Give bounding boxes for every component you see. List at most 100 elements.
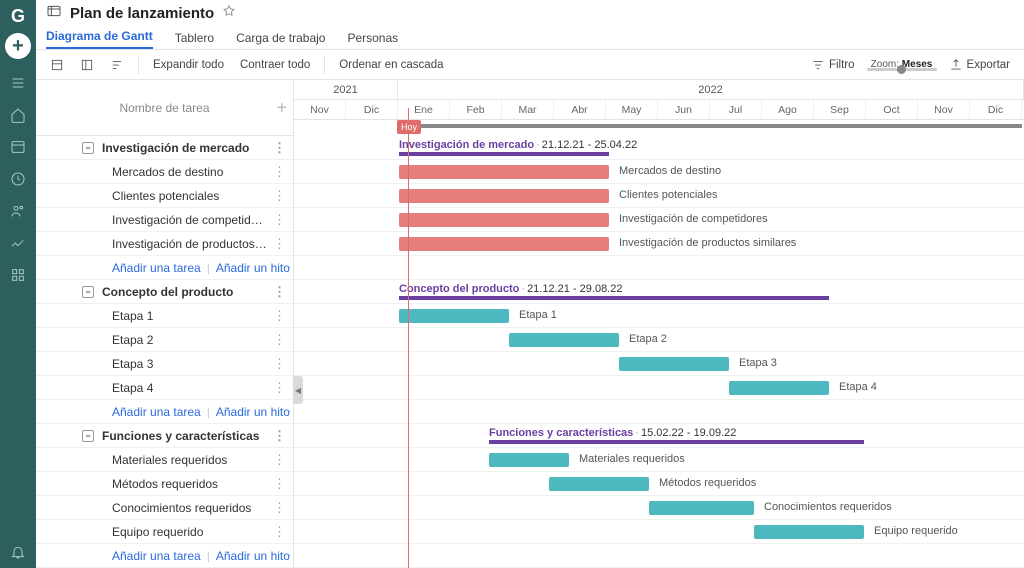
task-bar[interactable]	[399, 189, 609, 203]
task-bar[interactable]	[399, 165, 609, 179]
add-milestone-link[interactable]: Añadir un hito	[216, 405, 290, 419]
task-group-row[interactable]: −Investigación de mercado⋮	[36, 136, 293, 160]
row-menu-icon[interactable]: ⋮	[273, 188, 285, 204]
task-bar[interactable]	[754, 525, 864, 539]
task-bar[interactable]	[489, 453, 569, 467]
tab-board[interactable]: Tablero	[175, 31, 214, 49]
toolbar-view2-icon[interactable]	[76, 55, 98, 75]
task-row[interactable]: Clientes potenciales⋮	[36, 184, 293, 208]
group-bar[interactable]	[399, 296, 829, 300]
favorite-star-icon[interactable]	[222, 4, 236, 23]
toolbar-view1-icon[interactable]	[46, 55, 68, 75]
collapse-icon[interactable]: −	[82, 286, 94, 298]
task-bar[interactable]	[399, 213, 609, 227]
task-bar[interactable]	[399, 309, 509, 323]
month-header: Abr	[554, 100, 606, 119]
collapse-panel-handle[interactable]: ◀	[293, 376, 303, 404]
month-header: Ago	[762, 100, 814, 119]
task-row[interactable]: Investigación de competidores⋮	[36, 208, 293, 232]
add-task-link[interactable]: Añadir una tarea	[112, 405, 201, 419]
task-row[interactable]: Etapa 4⋮	[36, 376, 293, 400]
group-bar[interactable]	[489, 440, 864, 444]
tab-gantt[interactable]: Diagrama de Gantt	[46, 29, 153, 49]
rail-item-list-icon[interactable]	[0, 67, 36, 99]
month-header: Dic	[346, 100, 398, 119]
toolbar-view3-icon[interactable]	[106, 55, 128, 75]
collapse-icon[interactable]: −	[82, 142, 94, 154]
task-row[interactable]: Conocimientos requeridos⋮	[36, 496, 293, 520]
rail-item-board-icon[interactable]	[0, 131, 36, 163]
row-menu-icon[interactable]: ⋮	[273, 428, 285, 444]
tab-workload[interactable]: Carga de trabajo	[236, 31, 325, 49]
month-header: Nov	[918, 100, 970, 119]
zoom-slider[interactable]	[867, 68, 937, 71]
task-bar[interactable]	[509, 333, 619, 347]
task-row[interactable]: Métodos requeridos⋮	[36, 472, 293, 496]
add-row: Añadir una tarea|Añadir un hito	[36, 256, 293, 280]
left-rail: G +	[0, 0, 36, 568]
row-menu-icon[interactable]: ⋮	[273, 524, 285, 540]
view-tabs: Diagrama de Gantt Tablero Carga de traba…	[36, 27, 1024, 50]
export-button[interactable]: Exportar	[945, 55, 1014, 75]
rail-item-home-icon[interactable]	[0, 99, 36, 131]
filter-label: Filtro	[829, 59, 855, 71]
month-header: Oct	[866, 100, 918, 119]
rail-item-analytics-icon[interactable]	[0, 227, 36, 259]
filter-button[interactable]: Filtro	[807, 55, 859, 75]
row-menu-icon[interactable]: ⋮	[273, 476, 285, 492]
task-row[interactable]: Materiales requeridos⋮	[36, 448, 293, 472]
app-logo-icon: G	[11, 6, 25, 27]
add-milestone-link[interactable]: Añadir un hito	[216, 261, 290, 275]
add-milestone-link[interactable]: Añadir un hito	[216, 549, 290, 563]
task-row[interactable]: Etapa 2⋮	[36, 328, 293, 352]
task-bar[interactable]	[729, 381, 829, 395]
row-menu-icon[interactable]: ⋮	[273, 164, 285, 180]
tab-people[interactable]: Personas	[347, 31, 398, 49]
zoom-control[interactable]: Zoom: Meses	[867, 59, 937, 71]
row-menu-icon[interactable]: ⋮	[273, 452, 285, 468]
rail-item-team-icon[interactable]	[0, 195, 36, 227]
group-bar[interactable]	[399, 152, 609, 156]
export-label: Exportar	[967, 59, 1010, 71]
create-button[interactable]: +	[5, 33, 31, 59]
month-header: Dic	[970, 100, 1022, 119]
task-row[interactable]: Investigación de productos si...⋮	[36, 232, 293, 256]
gantt-timeline[interactable]: 2021 2022 Nov Dic Ene Feb Mar Abr May Ju…	[294, 80, 1024, 568]
add-task-link[interactable]: Añadir una tarea	[112, 261, 201, 275]
task-bar[interactable]	[549, 477, 649, 491]
row-menu-icon[interactable]: ⋮	[273, 308, 285, 324]
add-column-button[interactable]: +	[276, 97, 287, 118]
collapse-all-button[interactable]: Contraer todo	[236, 56, 314, 74]
year-header: 2021	[294, 80, 398, 99]
row-menu-icon[interactable]: ⋮	[273, 380, 285, 396]
rail-item-clock-icon[interactable]	[0, 163, 36, 195]
today-line	[408, 108, 409, 568]
task-bar[interactable]	[399, 237, 609, 251]
task-row[interactable]: Etapa 1⋮	[36, 304, 293, 328]
task-bar[interactable]	[649, 501, 754, 515]
task-group-row[interactable]: −Concepto del producto⋮	[36, 280, 293, 304]
row-menu-icon[interactable]: ⋮	[273, 212, 285, 228]
rail-item-notifications-icon[interactable]	[0, 536, 36, 568]
row-menu-icon[interactable]: ⋮	[273, 236, 285, 252]
month-header: Jun	[658, 100, 710, 119]
row-menu-icon[interactable]: ⋮	[273, 356, 285, 372]
task-row[interactable]: Equipo requerido⋮	[36, 520, 293, 544]
month-header: Ene	[398, 100, 450, 119]
task-group-row[interactable]: −Funciones y características⋮	[36, 424, 293, 448]
page-title: Plan de lanzamiento	[70, 5, 214, 22]
task-bar[interactable]	[619, 357, 729, 371]
row-menu-icon[interactable]: ⋮	[273, 332, 285, 348]
add-task-link[interactable]: Añadir una tarea	[112, 549, 201, 563]
rail-item-apps-icon[interactable]	[0, 259, 36, 291]
cascade-button[interactable]: Ordenar en cascada	[335, 56, 447, 74]
row-menu-icon[interactable]: ⋮	[273, 500, 285, 516]
task-row[interactable]: Etapa 3⋮	[36, 352, 293, 376]
expand-all-button[interactable]: Expandir todo	[149, 56, 228, 74]
row-menu-icon[interactable]: ⋮	[273, 140, 285, 156]
task-row[interactable]: Mercados de destino⋮	[36, 160, 293, 184]
month-header: Jul	[710, 100, 762, 119]
collapse-icon[interactable]: −	[82, 430, 94, 442]
row-menu-icon[interactable]: ⋮	[273, 284, 285, 300]
month-header: Sep	[814, 100, 866, 119]
